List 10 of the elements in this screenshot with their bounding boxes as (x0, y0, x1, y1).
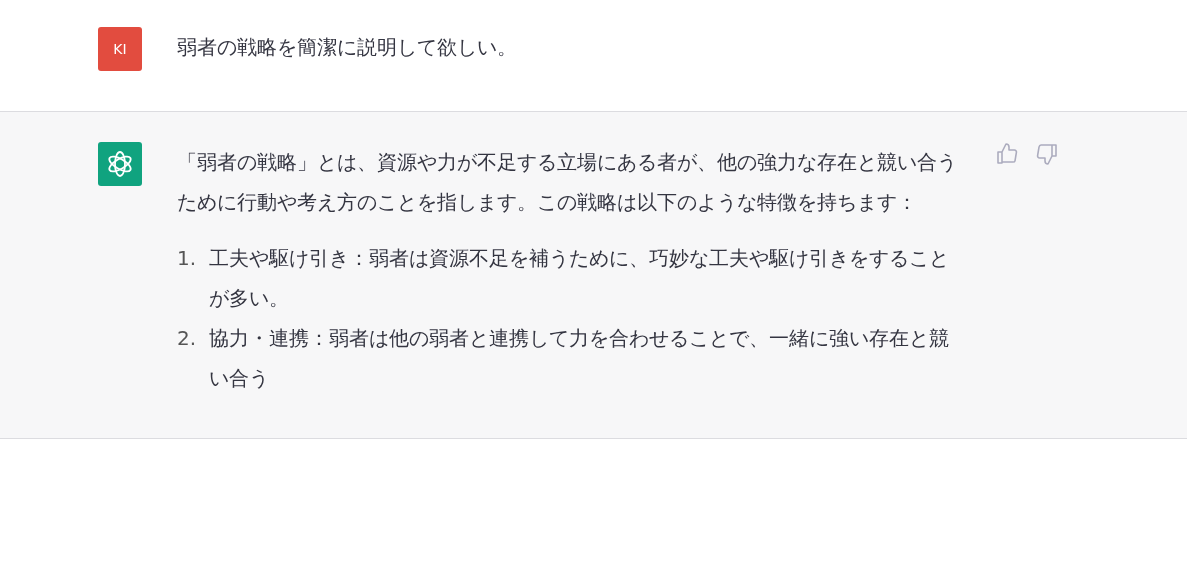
message-text: 「弱者の戦略」とは、資源や力が不足する立場にある者が、他の強力な存在と競い合うために行動や考え方のことを指します。この戦略は以下のような特徴を持ちます： (177, 149, 958, 216)
assistant-logo-icon (98, 142, 142, 186)
list-item-text: 工夫や駆け引き：弱者は資源不足を補うために、巧妙な工夫や駆け引きをすることが多い。 (209, 245, 950, 312)
user-avatar: KI (98, 27, 142, 71)
list-number: 1. (177, 245, 198, 272)
thumbs-down-icon[interactable] (1035, 142, 1059, 166)
thumbs-up-icon[interactable] (995, 142, 1019, 166)
list-item-text: 協力・連携：弱者は他の弱者と連携して力を合わせることで、一緒に強い存在と競い合う (209, 325, 950, 392)
list-number: 2. (177, 325, 198, 352)
message-text: 弱者の戦略を簡潔に説明して欲しい。 (177, 34, 518, 61)
